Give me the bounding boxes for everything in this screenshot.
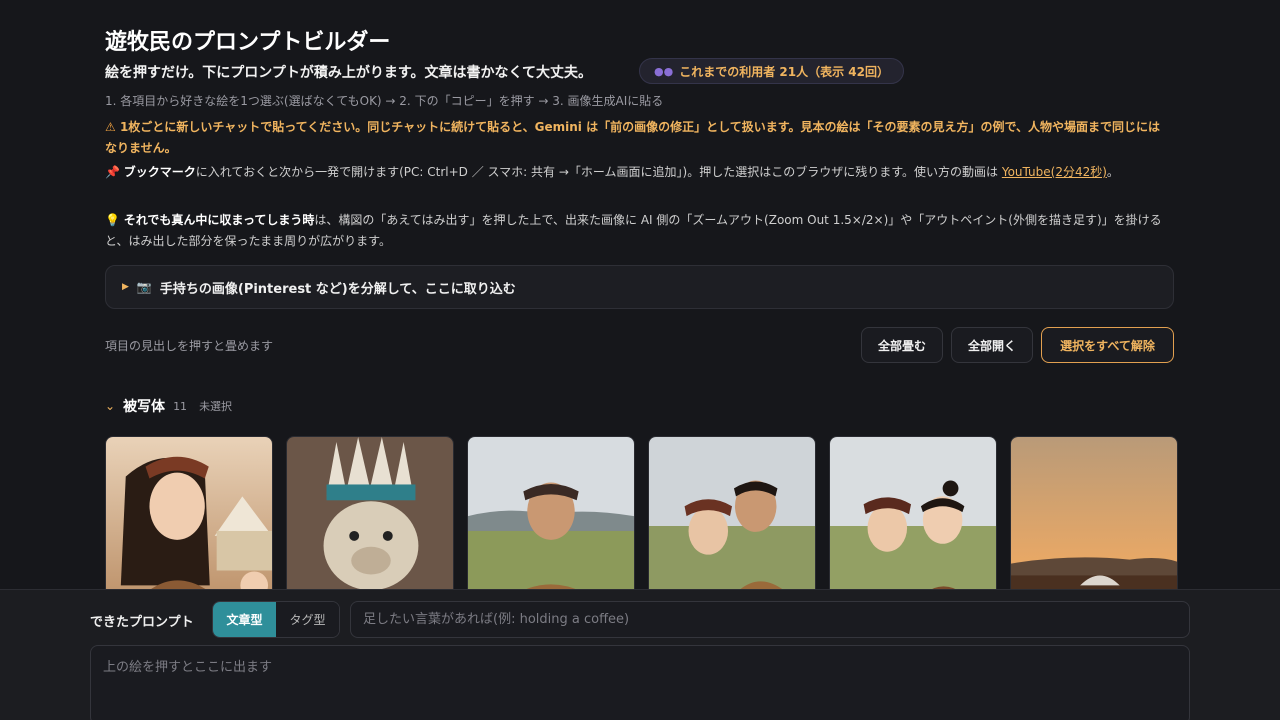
expand-all-button[interactable]: 全部開く	[951, 327, 1033, 363]
users-icon: ●●	[654, 64, 674, 78]
youtube-link[interactable]: YouTube(2分42秒)	[1002, 165, 1107, 179]
bookmark-bold: ブックマーク	[123, 165, 196, 179]
prompt-bar-label: できたプロンプト	[90, 615, 194, 630]
tip-bold: それでも真ん中に収まってしまう時	[123, 213, 315, 227]
tip-note: 💡 それでも真ん中に収まってしまう時は、構図の「あえてはみ出す」を押した上で、出…	[105, 210, 1165, 252]
warning-note: ⚠ 1枚ごとに新しいチャットで貼ってください。同じチャットに続けて貼ると、Gem…	[105, 117, 1165, 159]
warning-post: で貼ってください。同じチャットに続けて貼ると、Gemini は「前の画像の修正」…	[105, 120, 1161, 155]
lightbulb-icon: 💡	[105, 213, 120, 227]
page-subtitle: 絵を押すだけ。下にプロンプトが積み上がります。文章は書かなくて大丈夫。	[105, 65, 593, 81]
bookmark-text: に入れておくと次から一発で開けます(PC: Ctrl+D ／ スマホ: 共有 →…	[195, 165, 999, 179]
steps-text: 1. 各項目から好きな絵を1つ選ぶ(選ばなくてもOK) → 2. 下の「コピー」…	[105, 94, 664, 108]
collapse-hint: 項目の見出しを押すと畳めます	[105, 339, 274, 353]
section-state: 未選択	[199, 400, 233, 413]
warning-pre: 1枚ごとに	[119, 120, 177, 134]
mode-sentence-button[interactable]: 文章型	[213, 602, 276, 637]
warning-emph: 新しいチャット	[176, 120, 261, 134]
section-header-subject[interactable]: ⌄ 被写体 11 未選択	[105, 396, 232, 416]
extra-words-input[interactable]	[350, 601, 1190, 638]
prompt-bar: できたプロンプト 文章型 タグ型	[0, 589, 1280, 720]
prompt-output[interactable]	[90, 645, 1190, 720]
import-panel-toggle[interactable]: ▶ 📷 手持ちの画像(Pinterest など)を分解して、ここに取り込む	[105, 265, 1174, 309]
section-name: 被写体	[123, 399, 166, 415]
prompt-mode-toggle: 文章型 タグ型	[212, 601, 340, 638]
section-count: 11	[173, 399, 188, 413]
page-title: 遊牧民のプロンプトビルダー	[105, 30, 391, 55]
clear-selection-button[interactable]: 選択をすべて解除	[1041, 327, 1174, 363]
mode-tags-button[interactable]: タグ型	[276, 602, 339, 637]
import-panel-label: 手持ちの画像(Pinterest など)を分解して、ここに取り込む	[159, 281, 516, 297]
usage-badge: ●● これまでの利用者 21人（表示 42回）	[639, 58, 904, 84]
bookmark-note: 📌 ブックマークに入れておくと次から一発で開けます(PC: Ctrl+D ／ ス…	[105, 162, 1165, 183]
camera-icon: 📷	[136, 280, 152, 294]
chevron-down-icon: ⌄	[105, 399, 116, 413]
pushpin-icon: 📌	[105, 165, 120, 179]
bookmark-after: 。	[1106, 165, 1119, 179]
usage-badge-text: これまでの利用者 21人（表示 42回）	[679, 64, 889, 79]
triangle-right-icon: ▶	[122, 282, 129, 292]
warning-icon: ⚠	[105, 120, 116, 134]
collapse-all-button[interactable]: 全部畳む	[861, 327, 943, 363]
